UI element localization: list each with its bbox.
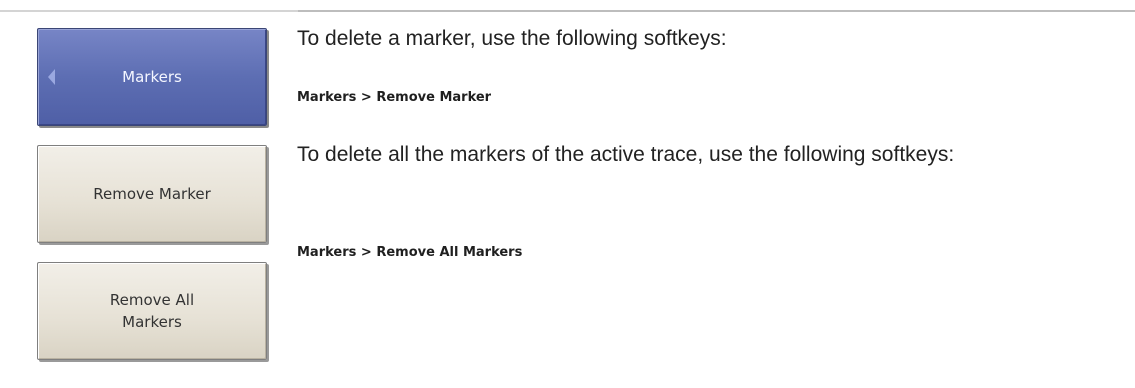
remove-all-markers-softkey[interactable]: Remove All Markers: [37, 262, 267, 360]
remove-marker-softkey[interactable]: Remove Marker: [37, 145, 267, 243]
delete-marker-softkey-path: Markers > Remove Marker: [297, 90, 492, 105]
softkey-panel: Markers Remove Marker Remove All Markers: [37, 28, 271, 379]
delete-all-markers-instruction: To delete all the markers of the active …: [297, 143, 955, 166]
delete-marker-instruction: To delete a marker, use the following so…: [297, 27, 727, 50]
markers-softkey[interactable]: Markers: [37, 28, 267, 126]
back-arrow-icon: [48, 69, 55, 85]
top-divider: [0, 10, 1135, 12]
markers-softkey-label: Markers: [122, 68, 182, 86]
remove-marker-softkey-label: Remove Marker: [93, 185, 211, 203]
delete-all-markers-softkey-path: Markers > Remove All Markers: [297, 245, 523, 260]
remove-all-markers-softkey-label: Remove All Markers: [109, 291, 195, 331]
